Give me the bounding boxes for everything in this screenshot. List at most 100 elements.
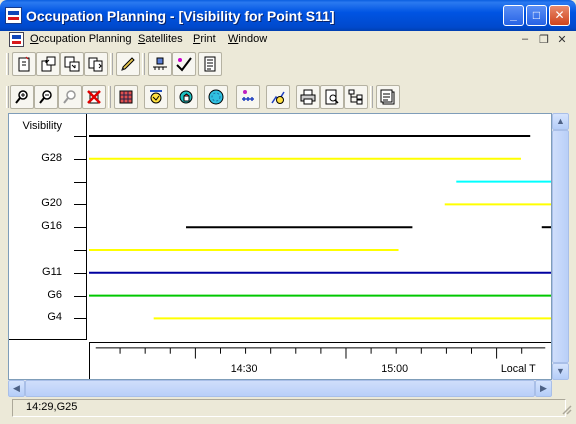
new-point-button[interactable]	[12, 52, 36, 76]
satellite-label-panel: Visibility G28 G20 G16 G11 G6 G4	[9, 114, 87, 340]
zoom-in-icon	[15, 90, 28, 104]
scroll-up-button[interactable]: ▲	[552, 113, 569, 130]
horizontal-scrollbar[interactable]: ◀ ▶	[8, 380, 552, 397]
copy-points-button[interactable]	[84, 52, 108, 76]
row-label: G16	[41, 220, 62, 233]
mdi-restore-button[interactable]: ❐	[537, 33, 551, 46]
status-text: 14:29,G25	[26, 401, 78, 413]
tree-icon	[348, 89, 363, 105]
scroll-left-button[interactable]: ◀	[8, 380, 25, 397]
toolbar-chart	[4, 83, 572, 111]
row-tick	[74, 295, 86, 297]
delete-icon	[87, 90, 101, 104]
menu-satellites[interactable]: Satellites	[138, 33, 183, 45]
mdi-minimize-button[interactable]: –	[518, 33, 532, 45]
import-icon	[41, 56, 56, 72]
window-title: Occupation Planning - [Visibility for Po…	[26, 8, 335, 24]
obstruction-button[interactable]	[174, 85, 198, 109]
row-tick	[74, 181, 86, 183]
vertical-scrollbar[interactable]: ▲ ▼	[552, 113, 569, 380]
satellite-select-button[interactable]	[148, 52, 172, 76]
vertical-scroll-thumb[interactable]	[552, 130, 569, 363]
satellite-health-button[interactable]	[172, 52, 196, 76]
export-chart-icon	[380, 89, 395, 105]
row-label: G20	[41, 197, 62, 210]
print-button[interactable]	[296, 85, 320, 109]
dop-button[interactable]	[266, 85, 290, 109]
report-icon	[204, 56, 216, 72]
row-tick	[74, 136, 86, 137]
row-tick	[74, 158, 86, 160]
zoom-out-icon	[39, 90, 52, 104]
row-label: G28	[41, 151, 62, 164]
maximize-button[interactable]: □	[526, 5, 547, 26]
toolbar-separator	[108, 86, 111, 108]
satellite-health-icon	[176, 57, 192, 72]
row-label: G11	[42, 265, 62, 278]
menu-occupation-planning[interactable]: Occupation Planning	[30, 33, 132, 45]
copy-points-icon	[88, 57, 103, 72]
scroll-right-button[interactable]: ▶	[535, 380, 552, 397]
zoom-out-button[interactable]	[34, 85, 58, 109]
visibility-chart[interactable]: Visibility G28 G20 G16 G11 G6 G4 14:30 15:00 Loc…	[8, 113, 552, 380]
obstruction-icon	[179, 90, 193, 104]
toolbar-file	[4, 50, 572, 78]
row-tick	[74, 318, 86, 320]
minimize-button[interactable]: _	[503, 5, 524, 26]
row-label: G4	[47, 311, 62, 324]
new-point-icon	[18, 56, 30, 72]
close-button[interactable]: ✕	[549, 5, 570, 26]
title-bar[interactable]: Occupation Planning - [Visibility for Po…	[0, 0, 576, 31]
mdi-close-button[interactable]: ✕	[555, 33, 569, 46]
toolbar-separator	[370, 86, 373, 108]
globe-button[interactable]	[204, 85, 228, 109]
import-button[interactable]	[36, 52, 60, 76]
toolbar-separator	[142, 53, 145, 75]
grid-button[interactable]	[114, 85, 138, 109]
menu-bar: Occupation Planning Satellites Print Win…	[4, 31, 572, 49]
time-axis: 14:30 15:00 Local T	[89, 342, 551, 379]
row-tick	[74, 272, 86, 274]
scroll-down-button[interactable]: ▼	[552, 363, 569, 380]
edit-pencil-icon	[121, 57, 135, 71]
menu-window[interactable]: Window	[228, 33, 267, 45]
delete-button[interactable]	[82, 85, 106, 109]
visibility-plot[interactable]	[89, 114, 551, 340]
app-icon[interactable]	[5, 7, 22, 24]
time-tick-label: 15:00	[381, 363, 408, 375]
row-label: Visibility	[22, 120, 62, 132]
toolbar-grip[interactable]	[6, 53, 9, 75]
signal-icon	[242, 90, 254, 101]
dop-icon	[271, 91, 285, 104]
print-preview-button[interactable]	[320, 85, 344, 109]
satellite-select-icon	[153, 57, 167, 70]
report-button[interactable]	[198, 52, 222, 76]
menu-print[interactable]: Print	[193, 33, 216, 45]
status-panel	[12, 399, 566, 417]
row-tick	[74, 250, 86, 251]
toolbar-grip[interactable]	[6, 86, 9, 108]
document-icon[interactable]	[9, 32, 24, 47]
sky-plot-icon	[150, 90, 162, 104]
zoom-in-button[interactable]	[10, 85, 34, 109]
tree-button[interactable]	[344, 85, 368, 109]
globe-icon	[208, 89, 224, 105]
horizontal-scroll-thumb[interactable]	[25, 380, 535, 397]
row-tick	[74, 204, 86, 206]
row-label: G6	[47, 288, 62, 301]
resize-grip-icon[interactable]	[560, 403, 572, 415]
time-tick-label: 14:30	[231, 363, 258, 375]
export-button[interactable]	[60, 52, 84, 76]
export-icon	[64, 56, 80, 72]
status-bar: 14:29,G25	[0, 398, 576, 418]
time-tick-label: Local T	[501, 363, 536, 375]
edit-button[interactable]	[116, 52, 140, 76]
zoom-disabled-button[interactable]	[58, 85, 82, 109]
signal-button[interactable]	[236, 85, 260, 109]
grid-icon	[119, 90, 133, 104]
toolbar-separator	[110, 53, 113, 75]
row-tick	[74, 227, 86, 229]
zoom-disabled-icon	[63, 90, 76, 104]
sky-plot-button[interactable]	[144, 85, 168, 109]
export-chart-button[interactable]	[376, 85, 400, 109]
